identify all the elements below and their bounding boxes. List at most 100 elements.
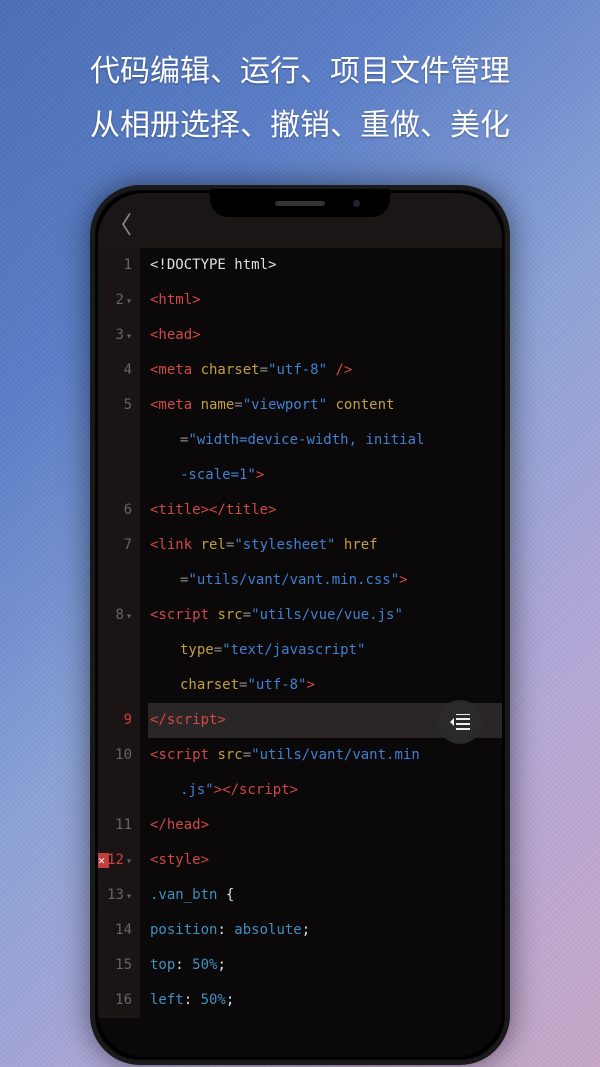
code-line[interactable]: <link rel="stylesheet" href [148, 528, 502, 563]
outdent-button[interactable] [438, 700, 482, 744]
code-token: /> [327, 362, 352, 378]
gutter-line: 1 [98, 248, 132, 283]
code-token: "viewport" [243, 397, 327, 413]
editor-code-area[interactable]: <!DOCTYPE html> <html> <head> <meta charset… [140, 248, 502, 1018]
code-line[interactable]: .js"></script> [148, 773, 502, 808]
gutter-line: 4 [98, 353, 132, 388]
code-token: : [184, 992, 201, 1008]
code-token: = [214, 642, 222, 658]
line-number: 14 [115, 922, 132, 938]
code-editor[interactable]: 12▾3▾45678▾91011✕12▾13▾141516 <!DOCTYPE … [98, 248, 502, 1018]
code-token: <html> [150, 292, 201, 308]
code-token: <meta [150, 362, 201, 378]
code-line[interactable]: <script src="utils/vue/vue.js" [148, 598, 502, 633]
line-number: 6 [124, 502, 132, 518]
code-line[interactable]: <head> [148, 318, 502, 353]
code-token: <title></title> [150, 502, 276, 518]
code-token: name [201, 397, 235, 413]
line-number: 5 [124, 397, 132, 413]
code-token: content [327, 397, 394, 413]
code-line[interactable]: <script src="utils/vant/vant.min [148, 738, 502, 773]
code-line[interactable]: left: 50%; [148, 983, 502, 1018]
code-token: "utils/vant/vant.min.css" [188, 572, 399, 588]
line-number: 16 [115, 992, 132, 1008]
code-token: "width=device-width, initial [188, 432, 424, 448]
code-line[interactable]: <meta charset="utf-8" /> [148, 353, 502, 388]
code-line[interactable]: type="text/javascript" [148, 633, 502, 668]
gutter-line: 16 [98, 983, 132, 1018]
code-line[interactable]: </head> [148, 808, 502, 843]
code-token: position [150, 922, 217, 938]
code-token: "utils/vant/vant.min [251, 747, 420, 763]
line-number: 13 [107, 887, 124, 903]
code-token: absolute [234, 922, 301, 938]
code-token: ></script> [214, 782, 298, 798]
phone-screen: 〈 12▾3▾45678▾91011✕12▾13▾141516 <!DOCTYP… [98, 193, 502, 1057]
code-token: <style> [150, 852, 209, 868]
fold-icon[interactable]: ▾ [126, 296, 132, 307]
gutter-line: 7 [98, 528, 132, 563]
outdent-icon [450, 714, 470, 730]
gutter-line: 15 [98, 948, 132, 983]
fold-icon[interactable]: ▾ [126, 891, 132, 902]
phone-notch [210, 189, 390, 217]
fold-icon[interactable]: ▾ [126, 611, 132, 622]
code-line[interactable]: ="utils/vant/vant.min.css"> [148, 563, 502, 598]
code-token: { [217, 887, 234, 903]
line-number: 11 [115, 817, 132, 833]
back-icon[interactable]: 〈 [108, 205, 132, 240]
code-line[interactable]: <html> [148, 283, 502, 318]
code-line[interactable]: <style> [148, 843, 502, 878]
code-token: = [260, 362, 268, 378]
code-line[interactable]: <!DOCTYPE html> [148, 248, 502, 283]
code-token: src [217, 607, 242, 623]
line-number: 2 [116, 292, 124, 308]
code-line[interactable]: position: absolute; [148, 913, 502, 948]
code-line[interactable]: ="width=device-width, initial [148, 423, 502, 458]
gutter-line [98, 668, 132, 703]
line-number: 3 [116, 327, 124, 343]
code-token: > [399, 572, 407, 588]
code-line[interactable]: top: 50%; [148, 948, 502, 983]
code-token: "utils/vue/vue.js" [251, 607, 403, 623]
code-token: "stylesheet" [234, 537, 335, 553]
code-token: <link [150, 537, 201, 553]
code-token: <meta [150, 397, 201, 413]
code-line[interactable]: <meta name="viewport" content [148, 388, 502, 423]
code-token: top [150, 957, 175, 973]
code-token: charset [180, 677, 239, 693]
code-token: <script [150, 747, 217, 763]
gutter-line: 3▾ [98, 318, 132, 353]
code-line[interactable]: .van_btn { [148, 878, 502, 913]
code-line[interactable]: -scale=1"> [148, 458, 502, 493]
gutter-line [98, 563, 132, 598]
code-token: "text/javascript" [222, 642, 365, 658]
code-token: = [243, 607, 251, 623]
code-token: > [256, 467, 264, 483]
code-token: ; [302, 922, 310, 938]
code-token: <head> [150, 327, 201, 343]
code-line[interactable]: <title></title> [148, 493, 502, 528]
code-token: .van_btn [150, 887, 217, 903]
gutter-line: 6 [98, 493, 132, 528]
fold-icon[interactable]: ▾ [126, 856, 132, 867]
gutter-line: 11 [98, 808, 132, 843]
gutter-line [98, 423, 132, 458]
line-number: 4 [124, 362, 132, 378]
editor-gutter: 12▾3▾45678▾91011✕12▾13▾141516 [98, 248, 140, 1018]
code-token: = [234, 397, 242, 413]
line-number: 8 [116, 607, 124, 623]
code-token: -scale=1" [180, 467, 256, 483]
code-token: <script [150, 607, 217, 623]
line-number: 7 [124, 537, 132, 553]
code-token: </script> [150, 712, 226, 728]
promo-line-1: 代码编辑、运行、项目文件管理 [0, 45, 600, 99]
code-token: ; [217, 957, 225, 973]
code-token: : [217, 922, 234, 938]
code-line[interactable]: charset="utf-8"> [148, 668, 502, 703]
gutter-line: 14 [98, 913, 132, 948]
line-number: 1 [124, 257, 132, 273]
gutter-line: 2▾ [98, 283, 132, 318]
code-token: src [217, 747, 242, 763]
fold-icon[interactable]: ▾ [126, 331, 132, 342]
